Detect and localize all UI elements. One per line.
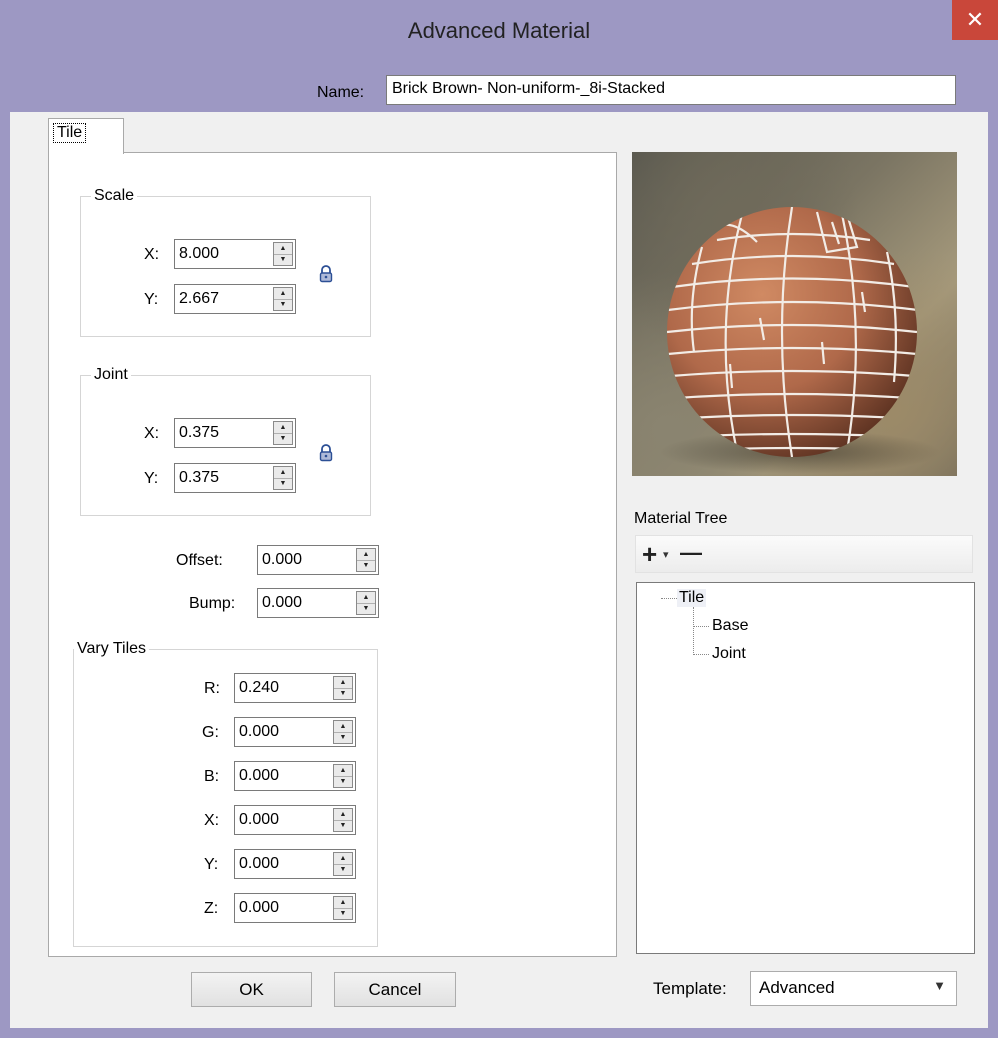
window-title: Advanced Material xyxy=(407,18,591,43)
spin-down-icon[interactable]: ▼ xyxy=(334,864,352,875)
tree-node-joint[interactable]: Joint xyxy=(712,645,746,663)
brick-sphere-preview xyxy=(660,207,940,474)
bump-label: Bump: xyxy=(189,595,236,612)
spin-down-icon[interactable]: ▼ xyxy=(357,603,375,614)
scale-y-label: Y: xyxy=(144,291,159,308)
spin-down-icon[interactable]: ▼ xyxy=(334,732,352,743)
vary-y-label: Y: xyxy=(204,856,219,873)
joint-x-label: X: xyxy=(144,425,160,442)
bump-value: 0.000 xyxy=(262,594,303,611)
tab-tile[interactable]: Tile xyxy=(48,118,124,154)
chevron-down-icon[interactable]: ▼ xyxy=(933,978,946,993)
joint-y-label: Y: xyxy=(144,470,159,487)
vary-r-value: 0.240 xyxy=(239,679,280,696)
template-value: Advanced xyxy=(759,978,835,997)
offset-spinner[interactable]: ▲ ▼ xyxy=(356,548,376,572)
joint-y-input[interactable]: 0.375 ▲ ▼ xyxy=(174,463,296,493)
joint-group: Joint X: 0.375 ▲ ▼ Y: 0.375 ▲ ▼ xyxy=(80,366,371,516)
vary-x-value: 0.000 xyxy=(239,811,280,828)
vary-y-value: 0.000 xyxy=(239,855,280,872)
vary-g-spinner[interactable]: ▲ ▼ xyxy=(333,720,353,744)
offset-label: Offset: xyxy=(176,552,223,569)
spin-down-icon[interactable]: ▼ xyxy=(334,688,352,699)
advanced-material-dialog: Advanced Material ✕ Name: Brick Brown- N… xyxy=(0,0,998,1038)
vary-b-value: 0.000 xyxy=(239,767,280,784)
material-tree-label: Material Tree xyxy=(634,510,728,527)
name-input[interactable]: Brick Brown- Non-uniform-_8i-Stacked xyxy=(386,75,956,105)
joint-y-spinner[interactable]: ▲ ▼ xyxy=(273,466,293,490)
vary-y-input[interactable]: 0.000 ▲ ▼ xyxy=(234,849,356,879)
joint-x-value: 0.375 xyxy=(179,424,220,441)
spin-down-icon[interactable]: ▼ xyxy=(274,254,292,265)
vary-b-spinner[interactable]: ▲ ▼ xyxy=(333,764,353,788)
scale-x-input[interactable]: 8.000 ▲ ▼ xyxy=(174,239,296,269)
vary-g-value: 0.000 xyxy=(239,723,280,740)
material-preview xyxy=(632,152,957,476)
scale-group-title: Scale xyxy=(91,187,138,205)
scale-lock-icon[interactable] xyxy=(319,265,333,283)
tile-tab-panel: Scale X: 8.000 ▲ ▼ Y: 2.667 ▲ ▼ Joint X:… xyxy=(48,152,617,957)
vary-r-label: R: xyxy=(204,680,220,697)
spin-down-icon[interactable]: ▼ xyxy=(334,908,352,919)
joint-y-value: 0.375 xyxy=(179,469,220,486)
vary-tiles-group-title: Vary Tiles xyxy=(74,640,150,658)
tree-node-tile[interactable]: Tile xyxy=(677,589,707,607)
scale-y-value: 2.667 xyxy=(179,290,220,307)
vary-b-input[interactable]: 0.000 ▲ ▼ xyxy=(234,761,356,791)
bump-spinner[interactable]: ▲ ▼ xyxy=(356,591,376,615)
template-select[interactable]: Advanced ▼ xyxy=(750,971,957,1006)
tree-node-base[interactable]: Base xyxy=(712,617,748,635)
vary-b-label: B: xyxy=(204,768,220,785)
close-button[interactable]: ✕ xyxy=(952,0,998,40)
offset-input[interactable]: 0.000 ▲ ▼ xyxy=(257,545,379,575)
scale-y-spinner[interactable]: ▲ ▼ xyxy=(273,287,293,311)
joint-group-title: Joint xyxy=(91,366,131,384)
vary-x-spinner[interactable]: ▲ ▼ xyxy=(333,808,353,832)
vary-z-spinner[interactable]: ▲ ▼ xyxy=(333,896,353,920)
joint-lock-icon[interactable] xyxy=(319,444,333,462)
vary-g-label: G: xyxy=(202,724,219,741)
vary-x-label: X: xyxy=(204,812,220,829)
cancel-button[interactable]: Cancel xyxy=(334,972,456,1007)
joint-x-input[interactable]: 0.375 ▲ ▼ xyxy=(174,418,296,448)
tab-tile-label: Tile xyxy=(53,123,87,143)
offset-value: 0.000 xyxy=(262,551,303,568)
vary-g-input[interactable]: 0.000 ▲ ▼ xyxy=(234,717,356,747)
vary-x-input[interactable]: 0.000 ▲ ▼ xyxy=(234,805,356,835)
material-tree-toolbar: + ▾ — xyxy=(635,535,973,573)
vary-z-input[interactable]: 0.000 ▲ ▼ xyxy=(234,893,356,923)
scale-x-spinner[interactable]: ▲ ▼ xyxy=(273,242,293,266)
title-bar[interactable]: Advanced Material ✕ xyxy=(0,0,998,64)
bump-input[interactable]: 0.000 ▲ ▼ xyxy=(257,588,379,618)
vary-z-value: 0.000 xyxy=(239,899,280,916)
joint-x-spinner[interactable]: ▲ ▼ xyxy=(273,421,293,445)
scale-x-label: X: xyxy=(144,246,160,263)
spin-down-icon[interactable]: ▼ xyxy=(334,820,352,831)
vary-tiles-group: Vary Tiles R: 0.240 ▲ ▼ G: 0.000 ▲ ▼ B: … xyxy=(73,640,378,947)
vary-y-spinner[interactable]: ▲ ▼ xyxy=(333,852,353,876)
spin-down-icon[interactable]: ▼ xyxy=(274,299,292,310)
spin-down-icon[interactable]: ▼ xyxy=(274,433,292,444)
add-dropdown-icon[interactable]: ▾ xyxy=(663,548,669,561)
scale-x-value: 8.000 xyxy=(179,245,220,262)
material-tree[interactable]: Tile Base Joint xyxy=(636,582,975,954)
spin-down-icon[interactable]: ▼ xyxy=(334,776,352,787)
ok-button[interactable]: OK xyxy=(191,972,312,1007)
vary-z-label: Z: xyxy=(204,900,219,917)
name-label: Name: xyxy=(317,84,365,101)
remove-icon[interactable]: — xyxy=(680,540,702,566)
scale-group: Scale X: 8.000 ▲ ▼ Y: 2.667 ▲ ▼ xyxy=(80,187,371,337)
spin-down-icon[interactable]: ▼ xyxy=(274,478,292,489)
spin-down-icon[interactable]: ▼ xyxy=(357,560,375,571)
vary-r-input[interactable]: 0.240 ▲ ▼ xyxy=(234,673,356,703)
scale-y-input[interactable]: 2.667 ▲ ▼ xyxy=(174,284,296,314)
template-label: Template: xyxy=(653,979,727,998)
add-icon[interactable]: + xyxy=(642,539,657,570)
vary-r-spinner[interactable]: ▲ ▼ xyxy=(333,676,353,700)
